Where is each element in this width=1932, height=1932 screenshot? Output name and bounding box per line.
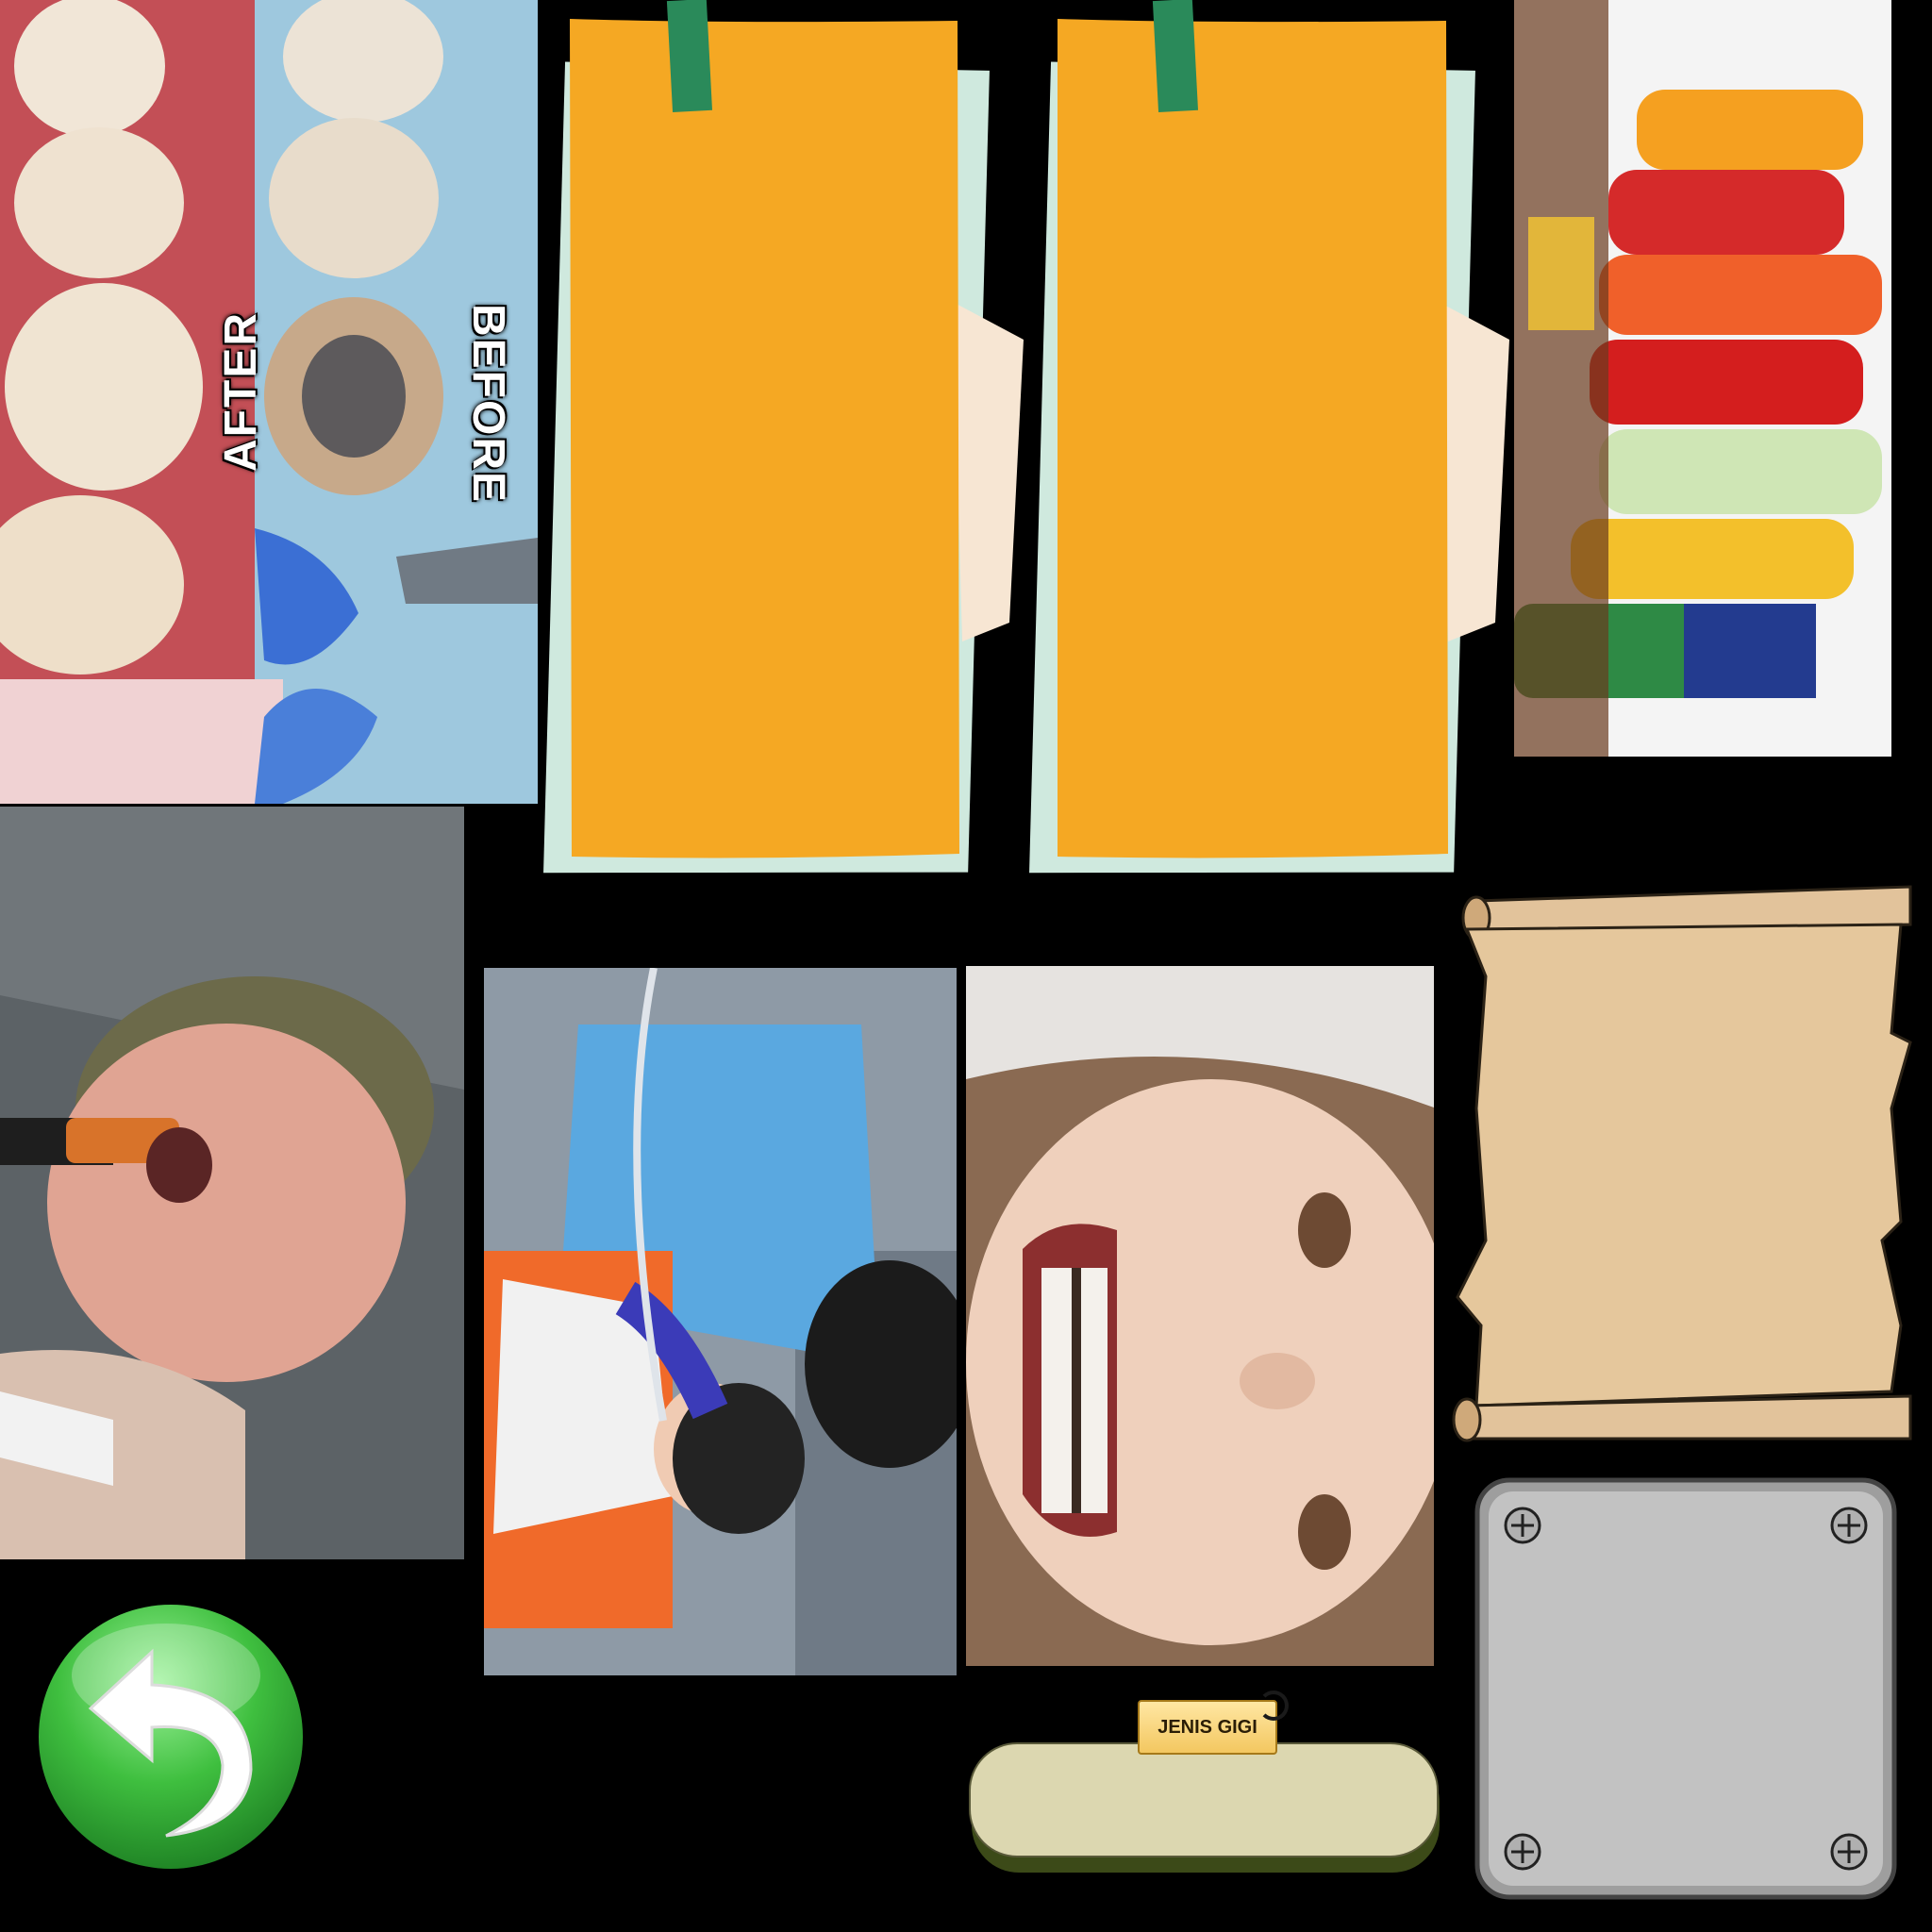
undo-arrow-icon: [39, 1605, 303, 1869]
metal-plate: [1474, 1476, 1898, 1901]
soft-drinks-photo: [1514, 0, 1891, 757]
man-dental-tool-photo: [0, 807, 464, 1559]
before-label: BEFORE: [463, 304, 513, 505]
answer-box[interactable]: [968, 1741, 1445, 1878]
after-label: AFTER: [216, 311, 266, 472]
girl-smile-photo: [966, 966, 1434, 1666]
jenis-gigi-label: JENIS GIGI: [1138, 1700, 1277, 1755]
dentist-child-photo: [484, 968, 957, 1675]
parchment-scroll: [1448, 882, 1920, 1448]
sticky-note-2: [1024, 0, 1514, 887]
back-button[interactable]: [34, 1600, 308, 1874]
hook-icon: [1258, 1690, 1289, 1721]
sticky-note-1: [538, 0, 1028, 887]
dental-before-after-photo: [0, 0, 538, 804]
